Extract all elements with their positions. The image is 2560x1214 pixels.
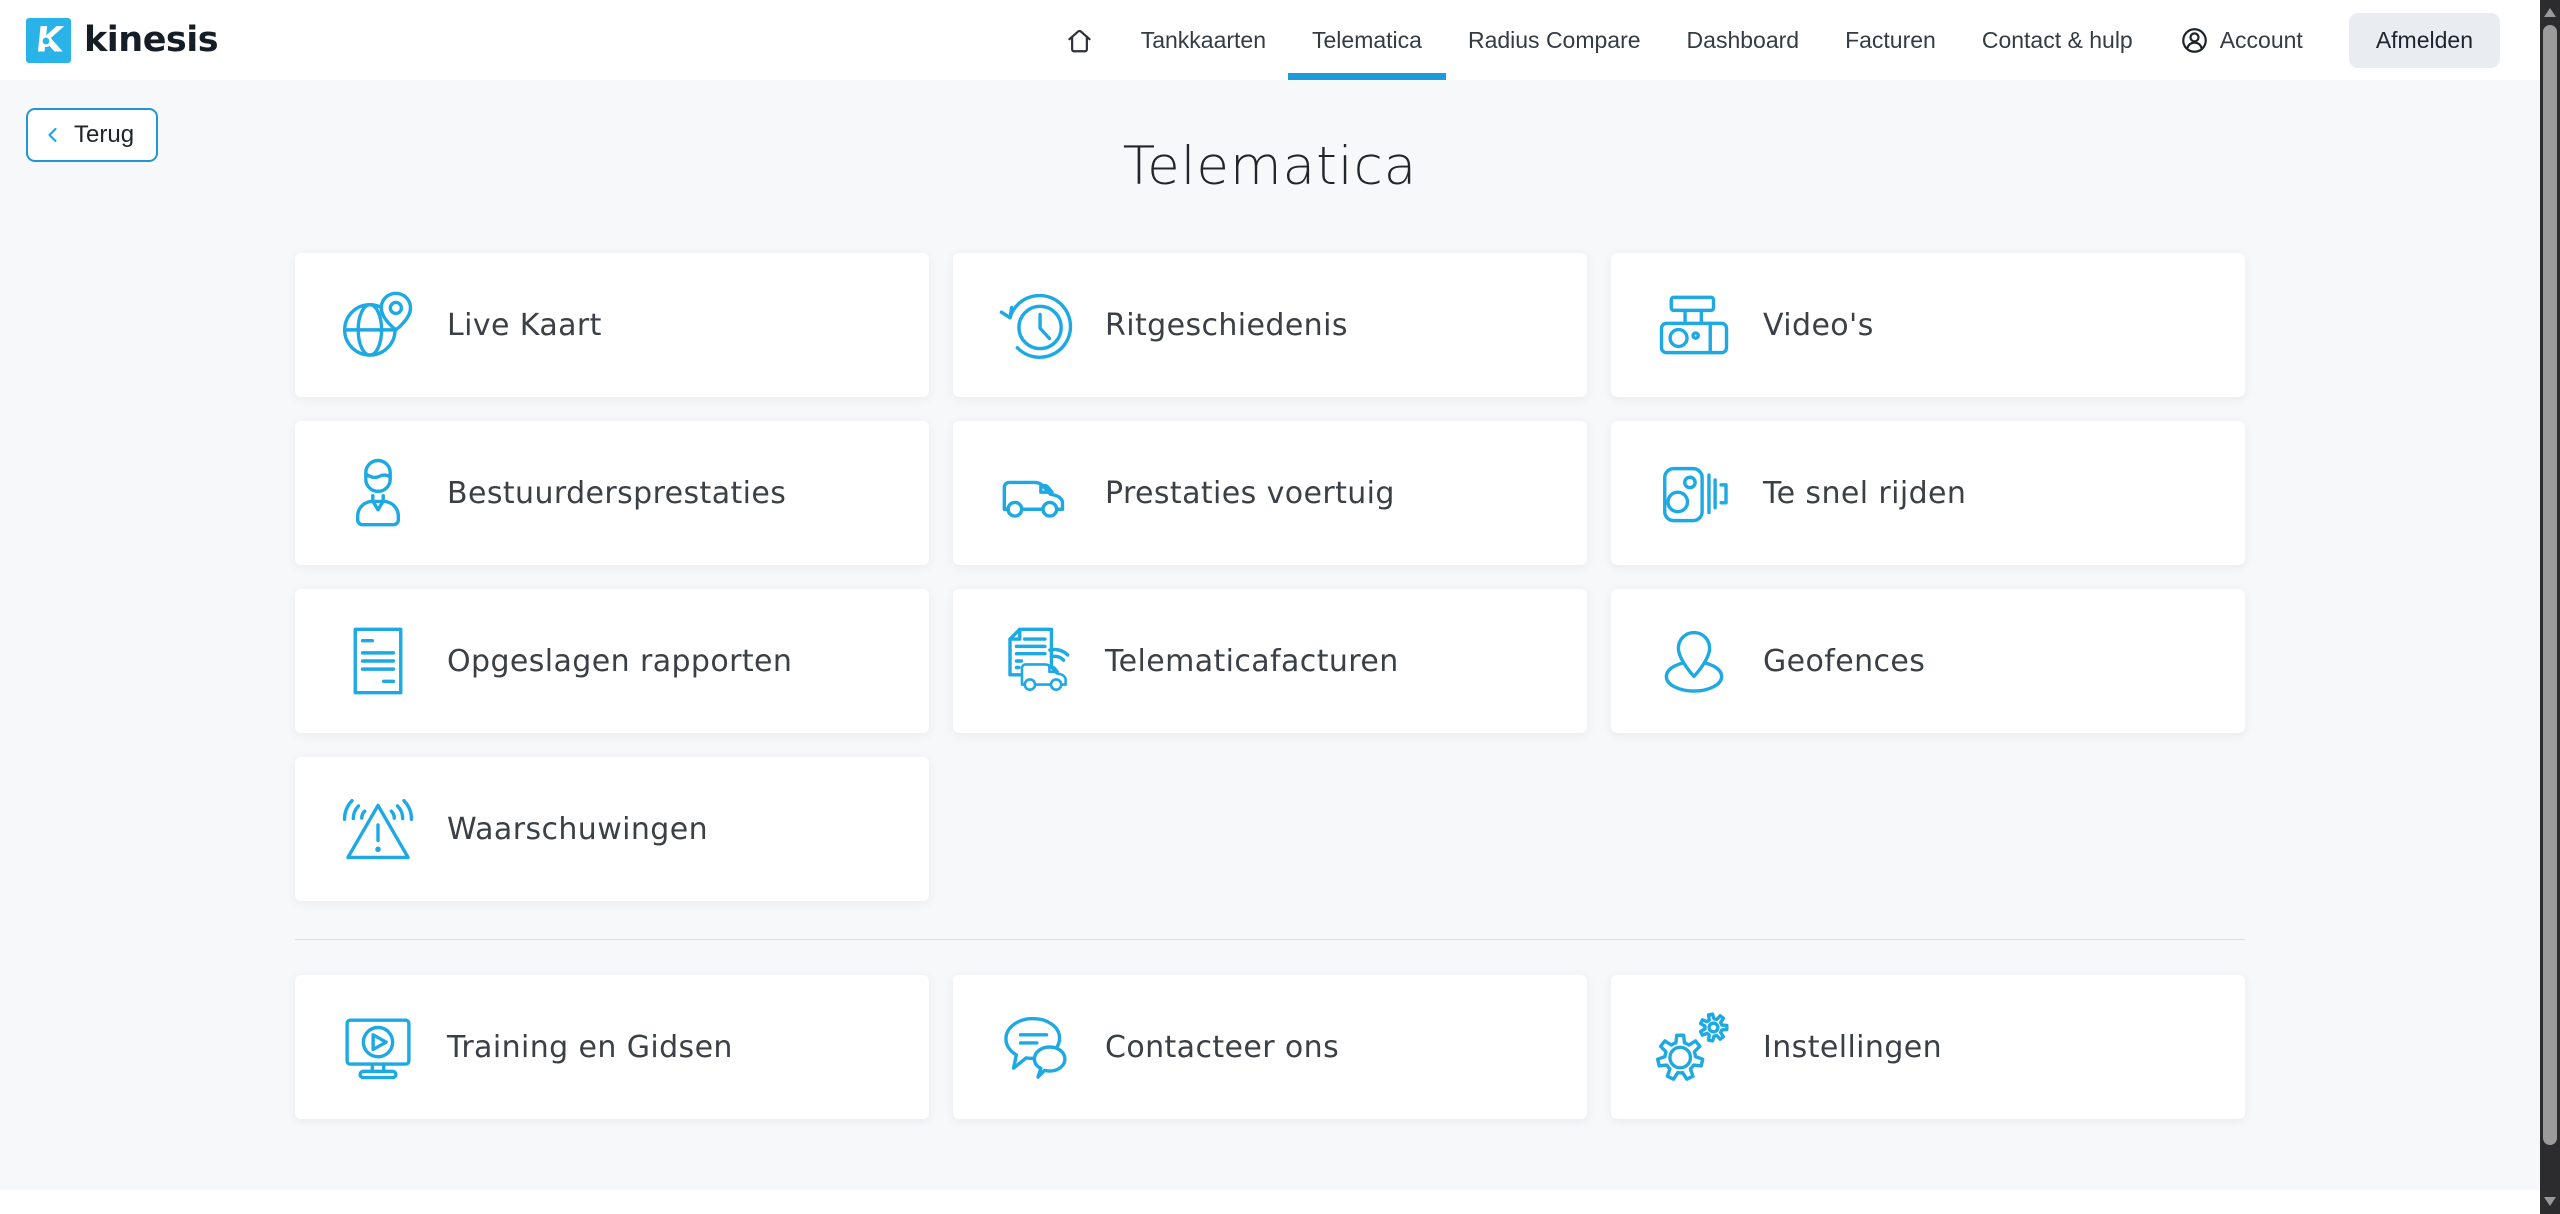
home-icon [1064,25,1095,56]
nav-item-tankkaarten[interactable]: Tankkaarten [1141,0,1266,80]
card-videos[interactable]: Video's [1611,253,2245,397]
kinesis-logo-icon: K [26,18,71,63]
nav-item-radius-compare[interactable]: Radius Compare [1468,0,1641,80]
card-geofences[interactable]: Geofences [1611,589,2245,733]
top-navigation-bar: K kinesis Tankkaarten Telematica Radius … [0,0,2540,80]
scrollbar-thumb[interactable] [2543,25,2557,1145]
card-bestuurdersprestaties[interactable]: Bestuurdersprestaties [295,421,929,565]
card-opgeslagen-rapporten[interactable]: Opgeslagen rapporten [295,589,929,733]
card-label: Opgeslagen rapporten [447,644,792,679]
chat-bubbles-icon [997,1008,1075,1086]
nav-item-account[interactable]: Account [2179,0,2303,80]
card-label: Geofences [1763,644,1925,679]
driver-icon [339,454,417,532]
report-document-icon [339,622,417,700]
card-contacteer-ons[interactable]: Contacteer ons [953,975,1587,1119]
card-label: Te snel rijden [1763,476,1966,511]
card-ritgeschiedenis[interactable]: Ritgeschiedenis [953,253,1587,397]
scrollbar-down-arrow[interactable] [2544,1197,2556,1206]
card-training-en-gidsen[interactable]: Training en Gidsen [295,975,929,1119]
card-prestaties-voertuig[interactable]: Prestaties voertuig [953,421,1587,565]
brand-name: kinesis [84,20,218,60]
gears-icon [1655,1008,1733,1086]
vertical-scrollbar[interactable] [2540,0,2560,1214]
main-card-grid: Live Kaart Ritgeschiedenis [295,253,2245,901]
logout-button[interactable]: Afmelden [2349,13,2500,68]
nav-item-contact-hulp[interactable]: Contact & hulp [1982,0,2133,80]
alert-triangle-icon [339,790,417,868]
card-label: Ritgeschiedenis [1105,308,1348,343]
history-clock-icon [997,286,1075,364]
card-label: Instellingen [1763,1030,1942,1065]
training-monitor-icon [339,1008,417,1086]
card-label: Contacteer ons [1105,1030,1339,1065]
nav-item-facturen[interactable]: Facturen [1845,0,1936,80]
page-title: Telematica [0,136,2540,197]
card-label: Live Kaart [447,308,602,343]
invoice-truck-icon [997,622,1075,700]
account-label: Account [2220,27,2303,54]
account-icon [2179,25,2210,56]
card-label: Waarschuwingen [447,812,708,847]
nav-item-telematica[interactable]: Telematica [1312,0,1422,80]
card-telematicafacturen[interactable]: Telematicafacturen [953,589,1587,733]
card-te-snel-rijden[interactable]: Te snel rijden [1611,421,2245,565]
globe-pin-icon [339,286,417,364]
main-nav: Tankkaarten Telematica Radius Compare Da… [1018,0,2500,80]
section-divider [295,939,2245,940]
card-waarschuwingen[interactable]: Waarschuwingen [295,757,929,901]
van-icon [997,454,1075,532]
secondary-card-grid: Training en Gidsen Contacteer ons [295,975,2245,1119]
card-label: Video's [1763,308,1874,343]
card-label: Bestuurdersprestaties [447,476,786,511]
nav-item-dashboard[interactable]: Dashboard [1687,0,1800,80]
card-live-kaart[interactable]: Live Kaart [295,253,929,397]
dashcam-icon [1655,286,1733,364]
geofence-pin-icon [1655,622,1733,700]
speed-camera-icon [1655,454,1733,532]
nav-home[interactable] [1064,0,1095,80]
telematica-menu: Live Kaart Ritgeschiedenis [0,253,2540,1119]
card-label: Training en Gidsen [447,1030,733,1065]
card-label: Prestaties voertuig [1105,476,1395,511]
card-instellingen[interactable]: Instellingen [1611,975,2245,1119]
page-bottom-strip [0,1190,2540,1214]
scrollbar-up-arrow[interactable] [2544,8,2556,17]
kinesis-logo[interactable]: K kinesis [26,18,218,63]
card-label: Telematicafacturen [1105,644,1399,679]
